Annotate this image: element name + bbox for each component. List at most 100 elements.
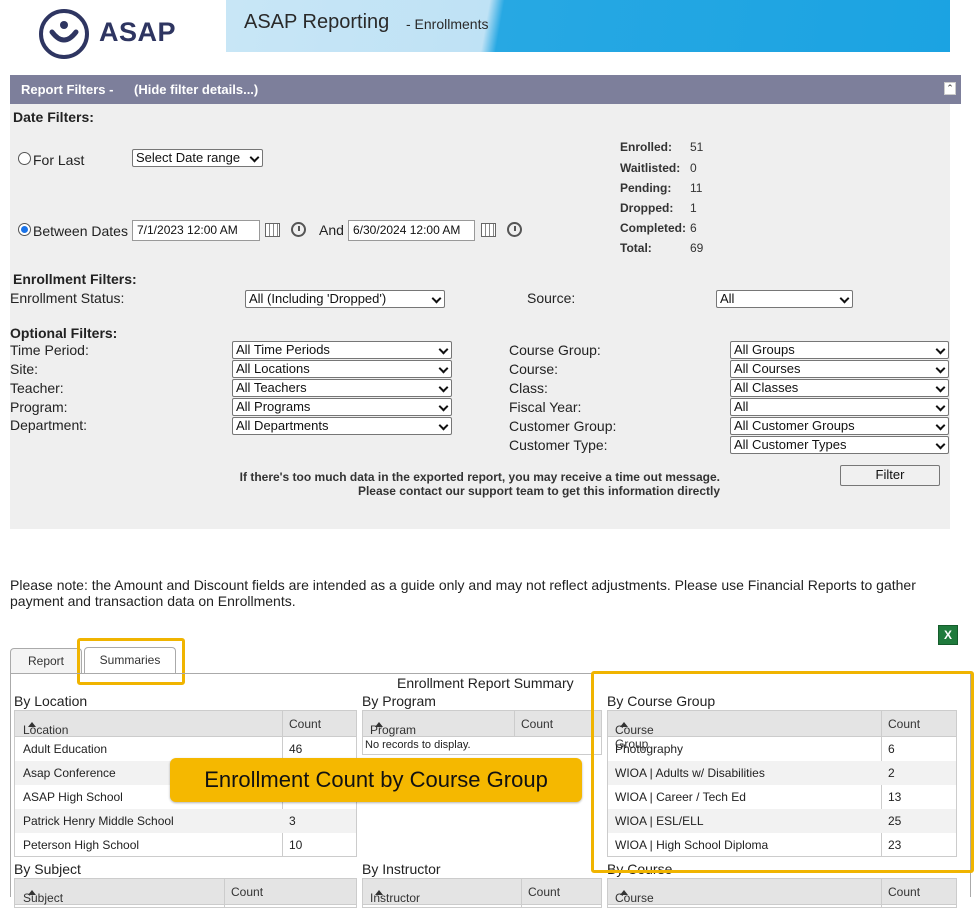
location-count: 10 — [289, 838, 303, 852]
tab-report[interactable]: Report — [10, 648, 82, 674]
time-period-select[interactable]: All Time Periods — [232, 341, 452, 359]
stat-label-completed: Completed: — [620, 221, 686, 235]
fiscal-year-label: Fiscal Year: — [509, 399, 582, 415]
tab-panel-border-left — [10, 673, 11, 897]
time-period-value: All Time Periods — [236, 342, 330, 357]
stat-label-enrolled: Enrolled: — [620, 140, 673, 154]
program-column-header[interactable]: Program — [370, 717, 416, 737]
calendar-icon[interactable] — [481, 223, 496, 237]
amount-discount-notice: Please note: the Amount and Discount fie… — [10, 577, 916, 609]
subject-grid: Subject Count — [14, 878, 357, 908]
by-program-title: By Program — [362, 693, 436, 709]
stat-value-total: 69 — [690, 241, 704, 255]
site-label: Site: — [10, 361, 39, 377]
instructor-grid: Instructor Count — [362, 878, 602, 908]
stat-value-pending: 11 — [690, 181, 703, 195]
calendar-icon[interactable] — [265, 223, 280, 237]
summary-title: Enrollment Report Summary — [397, 675, 574, 691]
program-column-label: Program — [370, 723, 417, 737]
logo-mark — [39, 9, 89, 59]
empty-row: No records to display. — [363, 737, 601, 755]
between-dates-radio[interactable] — [18, 223, 31, 236]
course-grid: Course Count — [607, 878, 957, 908]
enrollment-status-select[interactable]: All (Including 'Dropped') — [245, 290, 445, 308]
filter-panel — [10, 104, 950, 529]
course-group-select[interactable]: All Groups — [730, 341, 949, 359]
clock-icon[interactable] — [291, 222, 306, 237]
timeout-note-line1: If there's too much data in the exported… — [239, 470, 720, 484]
stat-value-waitlisted: 0 — [690, 161, 697, 175]
start-date-input[interactable]: 7/1/2023 12:00 AM — [132, 220, 260, 241]
program-grid: Program Count No records to display. — [362, 710, 602, 755]
end-date-input[interactable]: 6/30/2024 12:00 AM — [348, 220, 475, 241]
location-column-header[interactable]: Location — [23, 717, 68, 737]
program-select[interactable]: All Programs — [232, 398, 452, 416]
location-grid-header: Location Count — [15, 711, 356, 737]
hide-filter-details-link[interactable]: (Hide filter details...) — [134, 82, 258, 97]
table-row: Peterson High School 10 — [15, 833, 356, 857]
course-select[interactable]: All Courses — [730, 360, 949, 378]
department-value: All Departments — [236, 418, 329, 433]
program-value: All Programs — [236, 399, 311, 414]
heart-check-icon — [49, 21, 79, 43]
table-row: Patrick Henry Middle School 3 — [15, 809, 356, 833]
location-name: Peterson High School — [23, 838, 140, 852]
teacher-value: All Teachers — [236, 380, 307, 395]
source-label: Source: — [527, 290, 576, 306]
subject-grid-header: Subject Count — [15, 879, 356, 905]
page-title: ASAP Reporting — [244, 11, 390, 33]
no-records-message: No records to display. — [365, 739, 471, 751]
location-name: Patrick Henry Middle School — [23, 814, 174, 828]
location-count: 46 — [289, 742, 303, 756]
source-select[interactable]: All — [716, 290, 853, 308]
course-label: Course: — [509, 361, 559, 377]
course-group-value: All Groups — [734, 342, 795, 357]
site-select[interactable]: All Locations — [232, 360, 452, 378]
program-grid-header: Program Count — [363, 711, 601, 737]
course-group-highlight — [591, 671, 974, 873]
teacher-select[interactable]: All Teachers — [232, 379, 452, 397]
subject-column-label: Subject — [23, 891, 64, 905]
enrollment-status-label: Enrollment Status: — [10, 290, 125, 306]
collapse-icon[interactable]: ⌃ — [944, 82, 956, 95]
customer-group-select[interactable]: All Customer Groups — [730, 417, 949, 435]
column-divider — [514, 711, 515, 737]
course-grid-header: Course Count — [608, 879, 956, 905]
stat-value-completed: 6 — [690, 221, 697, 235]
customer-group-value: All Customer Groups — [734, 418, 855, 433]
report-filters-title: Report Filters - — [21, 82, 114, 97]
department-label: Department: — [10, 417, 88, 433]
and-label: And — [319, 222, 344, 238]
for-last-radio[interactable] — [18, 152, 31, 165]
stat-value-dropped: 1 — [690, 201, 697, 215]
course-column-label: Course — [615, 891, 654, 905]
teacher-label: Teacher: — [10, 380, 64, 396]
date-filters-heading: Date Filters: — [13, 109, 94, 125]
date-range-select[interactable]: Select Date range — [132, 149, 263, 167]
date-range-select-value: Select Date range — [136, 150, 241, 165]
enrollment-filters-heading: Enrollment Filters: — [13, 271, 137, 287]
customer-type-select[interactable]: All Customer Types — [730, 436, 949, 454]
department-select[interactable]: All Departments — [232, 417, 452, 435]
program-label: Program: — [10, 399, 68, 415]
clock-icon[interactable] — [507, 222, 522, 237]
timeout-note-line2: Please contact our support team to get t… — [357, 484, 720, 498]
course-value: All Courses — [734, 361, 801, 376]
optional-filters-heading: Optional Filters: — [10, 325, 118, 341]
customer-type-label: Customer Type: — [509, 437, 608, 453]
program-count-column-header[interactable]: Count — [521, 717, 553, 731]
callout-label: Enrollment Count by Course Group — [170, 758, 582, 802]
stat-label-waitlisted: Waitlisted: — [620, 161, 681, 175]
location-count-column-header[interactable]: Count — [289, 717, 321, 731]
excel-export-icon[interactable]: X — [938, 625, 958, 645]
class-value: All Classes — [734, 380, 799, 395]
location-name: ASAP High School — [23, 790, 123, 804]
fiscal-year-select[interactable]: All — [730, 398, 949, 416]
class-select[interactable]: All Classes — [730, 379, 949, 397]
instructor-grid-header: Instructor Count — [363, 879, 601, 905]
customer-type-value: All Customer Types — [734, 437, 847, 452]
stat-label-dropped: Dropped: — [620, 201, 674, 215]
location-name: Adult Education — [23, 742, 108, 756]
by-location-title: By Location — [14, 693, 88, 709]
filter-button[interactable]: Filter — [840, 465, 940, 486]
